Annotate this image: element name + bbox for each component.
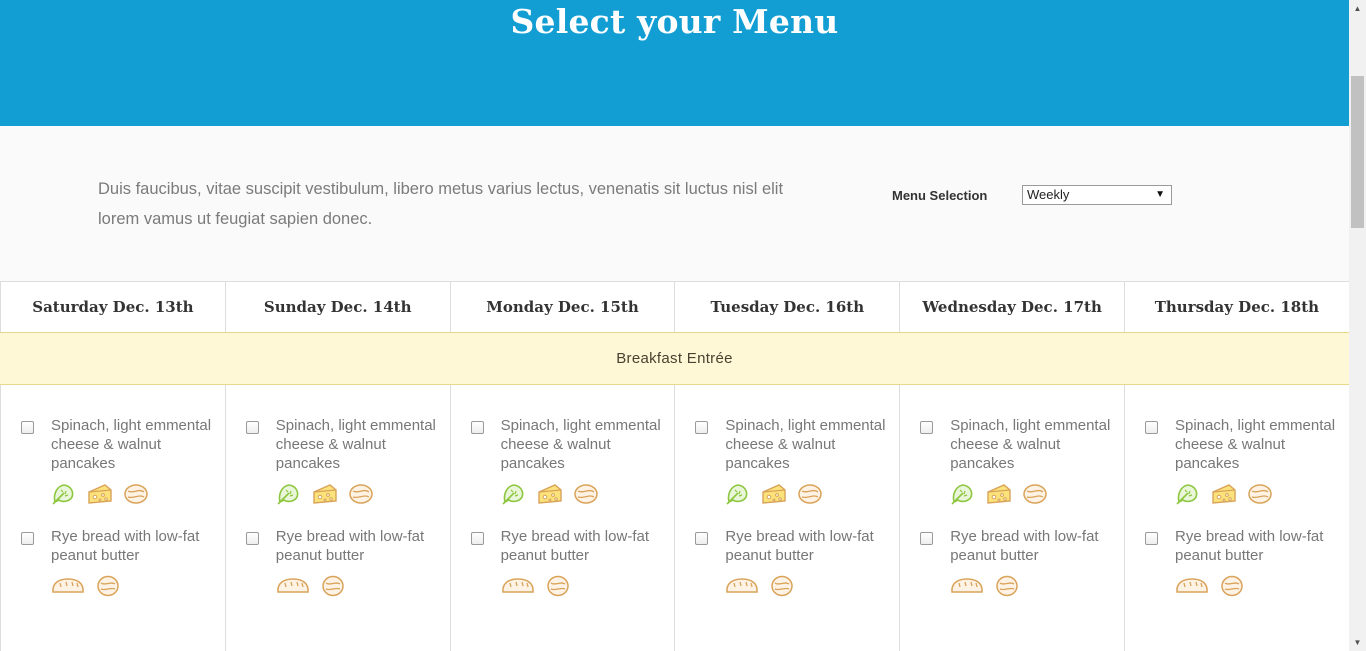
- menu-item-checkbox[interactable]: [21, 532, 34, 545]
- bread-icon: [276, 574, 310, 603]
- ingredient-icons: [725, 482, 823, 511]
- menu-item-checkbox[interactable]: [470, 532, 484, 545]
- ingredient-icons: [501, 574, 571, 603]
- walnut-icon: [123, 482, 149, 511]
- menu-item-label: Spinach, light emmental cheese & walnut …: [725, 417, 886, 472]
- peanut-icon: [545, 574, 571, 603]
- peanut-icon: [1219, 574, 1245, 603]
- bread-icon: [950, 574, 984, 603]
- spinach-icon: [1175, 482, 1201, 511]
- menu-item-checkbox[interactable]: [1144, 532, 1158, 545]
- day-column: Spinach, light emmental cheese & walnut …: [0, 385, 225, 651]
- day-column: Spinach, light emmental cheese & walnut …: [224, 385, 450, 651]
- menu-item-label: Rye bread with low-fat peanut butter: [1174, 528, 1324, 564]
- scroll-down-arrow-icon[interactable]: ▼: [1349, 634, 1366, 651]
- ingredient-icons: [51, 482, 149, 511]
- day-column: Spinach, light emmental cheese & walnut …: [449, 385, 675, 651]
- day-column: Spinach, light emmental cheese & walnut …: [1123, 385, 1349, 651]
- walnut-icon: [1022, 482, 1048, 511]
- scroll-up-arrow-icon[interactable]: ▲: [1349, 0, 1366, 17]
- menu-item-checkbox[interactable]: [470, 421, 484, 434]
- menu-item-checkbox[interactable]: [245, 421, 259, 434]
- day-header: Saturday Dec. 13th: [0, 282, 225, 332]
- intro-section: Duis faucibus, vitae suscipit vestibulum…: [0, 126, 1349, 282]
- walnut-icon: [348, 482, 374, 511]
- cheese-icon: [87, 482, 113, 511]
- day-header: Wednesday Dec. 17th: [899, 282, 1124, 332]
- menu-item-label: Spinach, light emmental cheese & walnut …: [275, 417, 436, 472]
- walnut-icon: [573, 482, 599, 511]
- spinach-icon: [276, 482, 302, 511]
- dropdown-arrow-icon: ▼: [1155, 189, 1165, 200]
- menu-selection-label: Menu Selection: [892, 188, 988, 203]
- page-title: Select your Menu: [510, 2, 839, 41]
- cheese-icon: [986, 482, 1012, 511]
- spinach-icon: [950, 482, 976, 511]
- peanut-icon: [769, 574, 795, 603]
- ingredient-icons: [276, 482, 374, 511]
- ingredient-icons: [1175, 574, 1245, 603]
- ingredient-icons: [276, 574, 346, 603]
- menu-grid: Saturday Dec. 13th Sunday Dec. 14th Monday…: [0, 281, 1349, 651]
- menu-item-label: Rye bread with low-fat peanut butter: [275, 528, 425, 564]
- cheese-icon: [1211, 482, 1237, 511]
- day-header-row: Saturday Dec. 13th Sunday Dec. 14th Monday…: [0, 282, 1349, 333]
- day-header: Tuesday Dec. 16th: [674, 282, 899, 332]
- section-title: Breakfast Entrée: [616, 350, 733, 367]
- scrollbar-thumb[interactable]: [1351, 76, 1364, 228]
- menu-item-checkbox[interactable]: [695, 421, 709, 434]
- day-column: Spinach, light emmental cheese & walnut …: [674, 385, 899, 651]
- menu-item-label: Spinach, light emmental cheese & walnut …: [1174, 417, 1336, 472]
- page: Select your Menu Duis faucibus, vitae su…: [0, 0, 1349, 651]
- menu-item-label: Rye bread with low-fat peanut butter: [500, 528, 649, 564]
- peanut-icon: [320, 574, 346, 603]
- peanut-icon: [95, 574, 121, 603]
- header-banner: Select your Menu: [0, 0, 1349, 126]
- spinach-icon: [51, 482, 77, 511]
- menu-selection-dropdown[interactable]: Weekly ▼: [1022, 185, 1172, 205]
- menu-item-checkbox[interactable]: [1144, 421, 1158, 434]
- cheese-icon: [312, 482, 338, 511]
- day-header: Monday Dec. 15th: [449, 282, 675, 332]
- vertical-scrollbar[interactable]: ▲ ▼: [1349, 0, 1366, 651]
- menu-item-label: Rye bread with low-fat peanut butter: [725, 528, 874, 564]
- spinach-icon: [725, 482, 751, 511]
- ingredient-icons: [501, 482, 599, 511]
- day-header: Thursday Dec. 18th: [1123, 282, 1349, 332]
- intro-text: Duis faucibus, vitae suscipit vestibulum…: [98, 180, 784, 228]
- menu-item-label: Rye bread with low-fat peanut butter: [51, 528, 200, 564]
- ingredient-icons: [950, 482, 1048, 511]
- menu-item-label: Rye bread with low-fat peanut butter: [950, 528, 1099, 564]
- bread-icon: [501, 574, 535, 603]
- menu-selection-value: Weekly: [1027, 187, 1070, 202]
- cheese-icon: [537, 482, 563, 511]
- ingredient-icons: [51, 574, 121, 603]
- ingredient-icons: [1175, 482, 1273, 511]
- peanut-icon: [994, 574, 1020, 603]
- walnut-icon: [1247, 482, 1273, 511]
- day-column: Spinach, light emmental cheese & walnut …: [899, 385, 1124, 651]
- day-columns: Spinach, light emmental cheese & walnut …: [0, 385, 1349, 651]
- bread-icon: [725, 574, 759, 603]
- spinach-icon: [501, 482, 527, 511]
- bread-icon: [51, 574, 85, 603]
- cheese-icon: [761, 482, 787, 511]
- menu-item-label: Spinach, light emmental cheese & walnut …: [950, 417, 1111, 472]
- section-header: Breakfast Entrée: [0, 332, 1349, 385]
- walnut-icon: [797, 482, 823, 511]
- menu-item-checkbox[interactable]: [21, 421, 34, 434]
- menu-item-checkbox[interactable]: [695, 532, 709, 545]
- menu-item-checkbox[interactable]: [245, 532, 259, 545]
- menu-item-checkbox[interactable]: [920, 421, 934, 434]
- ingredient-icons: [725, 574, 795, 603]
- menu-item-label: Spinach, light emmental cheese & walnut …: [500, 417, 661, 472]
- bread-icon: [1175, 574, 1209, 603]
- menu-item-checkbox[interactable]: [920, 532, 934, 545]
- ingredient-icons: [950, 574, 1020, 603]
- menu-item-label: Spinach, light emmental cheese & walnut …: [51, 417, 212, 472]
- day-header: Sunday Dec. 14th: [224, 282, 450, 332]
